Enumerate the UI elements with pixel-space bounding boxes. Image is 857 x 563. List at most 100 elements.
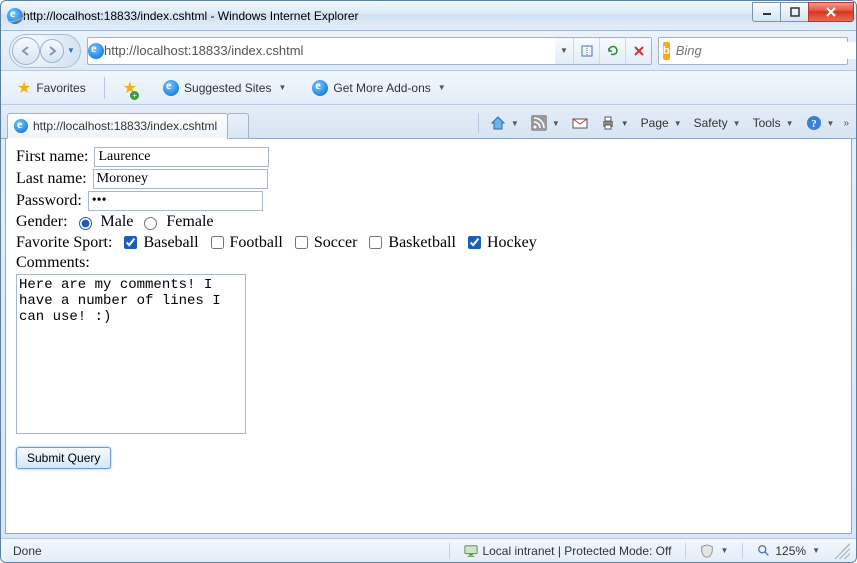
status-text: Done: [7, 539, 48, 562]
gender-male-label: Male: [101, 213, 134, 231]
new-tab-button[interactable]: [227, 113, 249, 139]
safety-label: Safety: [694, 116, 728, 130]
address-bar: ▼: [87, 37, 652, 65]
home-icon: [490, 115, 506, 131]
tab-active[interactable]: http://localhost:18833/index.cshtml: [7, 113, 228, 139]
favorites-button[interactable]: ★ Favorites: [9, 75, 94, 101]
star-plus-icon: ★+: [123, 78, 137, 98]
last-name-row: Last name:: [16, 169, 841, 189]
forward-button[interactable]: [40, 39, 64, 63]
refresh-button[interactable]: [599, 38, 625, 64]
help-button[interactable]: ? ▼: [803, 113, 838, 133]
print-button[interactable]: ▼: [597, 113, 632, 133]
football-label: Football: [230, 234, 283, 252]
first-name-row: First name:: [16, 147, 841, 167]
feeds-button[interactable]: ▼: [528, 113, 563, 133]
hockey-checkbox[interactable]: [468, 236, 481, 249]
page-label: Page: [641, 116, 669, 130]
read-mail-button[interactable]: [569, 113, 591, 133]
password-input[interactable]: [88, 191, 263, 211]
chevron-down-icon: ▼: [621, 119, 629, 128]
favorite-sport-row: Favorite Sport: Baseball Football Soccer…: [16, 233, 841, 252]
star-icon: ★: [17, 78, 31, 98]
url-input[interactable]: [104, 43, 555, 58]
submit-button[interactable]: Submit Query: [16, 447, 111, 469]
soccer-checkbox[interactable]: [295, 236, 308, 249]
gender-female-label: Female: [166, 213, 213, 231]
resize-grip[interactable]: [834, 543, 850, 559]
zoom-icon: [757, 544, 771, 558]
soccer-label: Soccer: [314, 234, 358, 252]
password-row: Password:: [16, 191, 841, 211]
mail-icon: [572, 115, 588, 131]
window-controls: [752, 2, 854, 22]
url-dropdown[interactable]: ▼: [555, 38, 573, 64]
address-bar-buttons: ▼: [555, 38, 651, 64]
close-button[interactable]: [808, 2, 854, 22]
football-checkbox[interactable]: [211, 236, 224, 249]
suggested-sites-button[interactable]: Suggested Sites ▼: [155, 77, 294, 99]
title-bar: http://localhost:18833/index.cshtml - Wi…: [1, 1, 856, 31]
basketball-checkbox[interactable]: [369, 236, 382, 249]
stop-button[interactable]: [625, 38, 651, 64]
arrow-right-icon: [46, 45, 58, 57]
baseball-checkbox[interactable]: [124, 236, 137, 249]
status-bar: Done Local intranet | Protected Mode: Of…: [1, 538, 856, 562]
comments-label-row: Comments:: [16, 254, 841, 272]
separator: [449, 543, 450, 559]
safety-menu[interactable]: Safety ▼: [691, 114, 744, 132]
search-input[interactable]: [674, 42, 856, 59]
ie-icon: [14, 119, 28, 133]
favorites-bar: ★ Favorites ★+ Suggested Sites ▼ Get Mor…: [1, 71, 856, 105]
chevron-down-icon: ▼: [511, 119, 519, 128]
nav-history-dropdown[interactable]: ▼: [64, 46, 78, 55]
stop-icon: [633, 45, 645, 57]
compat-view-button[interactable]: [573, 38, 599, 64]
home-button[interactable]: ▼: [487, 113, 522, 133]
shield-icon: [700, 544, 714, 558]
get-addons-button[interactable]: Get More Add-ons ▼: [304, 77, 453, 99]
zoom-label: 125%: [775, 544, 806, 558]
chevron-down-icon: ▼: [812, 546, 820, 555]
tools-label: Tools: [753, 116, 781, 130]
protected-mode-cell[interactable]: ▼: [694, 539, 734, 562]
page-menu[interactable]: Page ▼: [638, 114, 685, 132]
gender-female-radio[interactable]: [144, 217, 157, 230]
printer-icon: [600, 115, 616, 131]
gender-male-radio[interactable]: [79, 217, 92, 230]
gender-row: Gender: Male Female: [16, 213, 841, 231]
maximize-button[interactable]: [780, 2, 808, 22]
page-content: First name: Last name: Password: Gender:…: [5, 139, 852, 534]
chevron-down-icon: ▼: [552, 119, 560, 128]
overflow-button[interactable]: »: [843, 118, 846, 129]
add-favorite-button[interactable]: ★+: [115, 75, 145, 101]
chevron-down-icon: ▼: [674, 119, 682, 128]
tab-title: http://localhost:18833/index.cshtml: [33, 119, 217, 133]
separator: [478, 113, 479, 133]
minimize-icon: [762, 7, 772, 17]
comments-label: Comments:: [16, 254, 90, 272]
back-button[interactable]: [12, 37, 40, 65]
gender-label: Gender:: [16, 213, 68, 231]
zone-label: Local intranet | Protected Mode: Off: [482, 544, 671, 558]
help-icon: ?: [806, 115, 822, 131]
close-icon: [825, 6, 837, 18]
comments-textarea[interactable]: [16, 274, 246, 434]
tools-menu[interactable]: Tools ▼: [750, 114, 797, 132]
broken-page-icon: [580, 44, 594, 58]
separator: [685, 543, 686, 559]
zone-cell[interactable]: Local intranet | Protected Mode: Off: [458, 539, 677, 562]
minimize-button[interactable]: [752, 2, 780, 22]
ie-icon: [163, 80, 179, 96]
chevron-down-icon: ▼: [786, 119, 794, 128]
maximize-icon: [790, 7, 800, 17]
last-name-input[interactable]: [93, 169, 268, 189]
password-label: Password:: [16, 192, 82, 210]
browser-window: http://localhost:18833/index.cshtml - Wi…: [0, 0, 857, 563]
zoom-cell[interactable]: 125% ▼: [751, 539, 826, 562]
baseball-label: Baseball: [143, 234, 198, 252]
svg-text:?: ?: [811, 118, 817, 130]
ie-icon: [7, 8, 23, 24]
first-name-input[interactable]: [94, 147, 269, 167]
chevron-down-icon: ▼: [278, 83, 286, 92]
